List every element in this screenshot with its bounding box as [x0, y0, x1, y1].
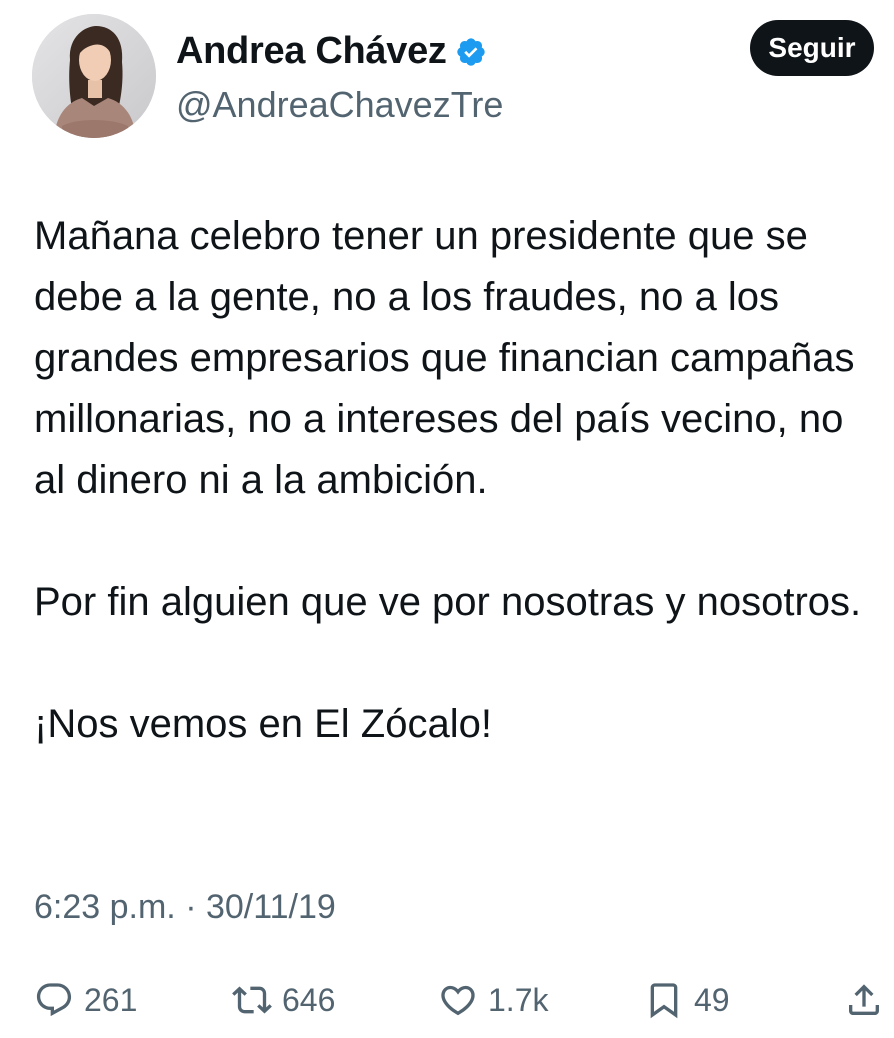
bookmark-icon	[644, 980, 684, 1020]
tweet-paragraph: Mañana celebro tener un presidente que s…	[34, 214, 855, 502]
reply-button[interactable]: 261	[34, 972, 137, 1028]
repost-icon	[232, 980, 272, 1020]
tweet-text: Mañana celebro tener un presidente que s…	[34, 206, 879, 755]
verified-badge-icon	[455, 36, 487, 68]
repost-button[interactable]: 646	[232, 972, 335, 1028]
tweet-paragraph: ¡Nos vemos en El Zócalo!	[34, 702, 492, 746]
share-button[interactable]	[844, 972, 884, 1028]
name-row: Andrea Chávez	[176, 30, 487, 73]
reply-count: 261	[84, 981, 138, 1018]
follow-button[interactable]: Seguir	[750, 20, 874, 76]
author-handle[interactable]: @AndreaChavezTre	[176, 84, 503, 126]
like-button[interactable]: 1.7k	[438, 972, 548, 1028]
tweet-header: Andrea Chávez @AndreaChavezTre Seguir	[32, 14, 882, 144]
heart-icon	[438, 980, 478, 1020]
bookmark-count: 49	[694, 981, 730, 1018]
action-bar: 261 646 1.7k 49	[34, 972, 886, 1028]
tweet-paragraph: Por fin alguien que ve por nosotras y no…	[34, 580, 862, 624]
tweet-timestamp[interactable]: 6:23 p.m. · 30/11/19	[34, 888, 336, 927]
repost-count: 646	[282, 981, 336, 1018]
avatar[interactable]	[32, 14, 156, 138]
share-icon	[844, 980, 884, 1020]
author-name[interactable]: Andrea Chávez	[176, 30, 447, 73]
reply-icon	[34, 980, 74, 1020]
avatar-photo	[32, 14, 156, 138]
like-count: 1.7k	[488, 981, 549, 1018]
bookmark-button[interactable]: 49	[644, 972, 730, 1028]
